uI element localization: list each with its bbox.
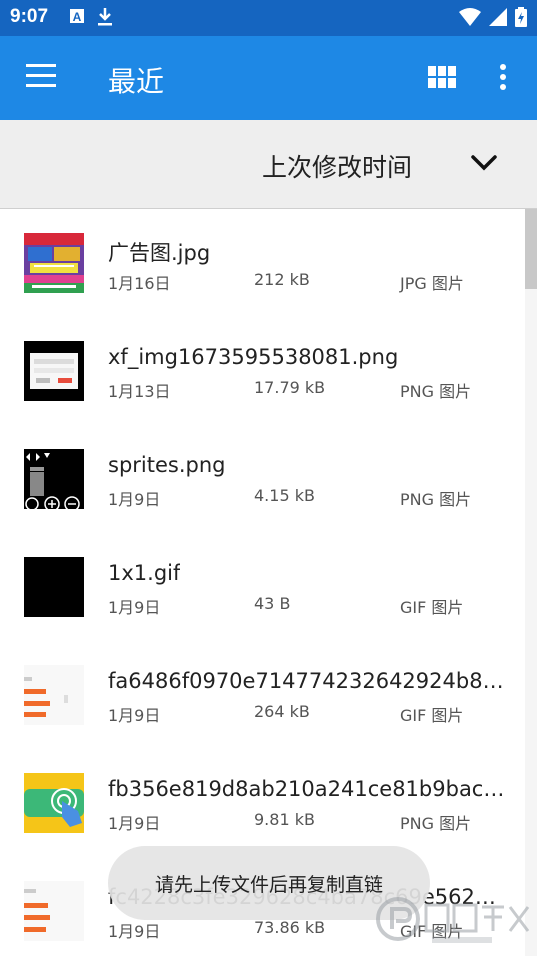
chevron-down-icon[interactable] xyxy=(470,152,498,174)
file-size: 212 kB xyxy=(254,270,310,289)
file-date: 1月9日 xyxy=(108,490,161,509)
file-name: sprites.png xyxy=(108,453,226,477)
file-type: GIF 图片 xyxy=(400,598,464,617)
signal-icon xyxy=(489,8,507,26)
status-notification-icons: A xyxy=(70,8,112,26)
app-bar: 最近 xyxy=(0,36,537,120)
file-size: 17.79 kB xyxy=(254,378,326,397)
file-date: 1月9日 xyxy=(108,814,161,833)
file-name: fa6486f0970e714774232642924b84… xyxy=(108,669,508,693)
file-name: fb356e819d8ab210a241ce81b9bac3… xyxy=(108,777,508,801)
list-item[interactable]: sprites.png 1月9日 4.15 kB PNG 图片 xyxy=(0,425,525,533)
more-options-icon[interactable] xyxy=(497,64,509,94)
file-size: 9.81 kB xyxy=(254,810,315,829)
svg-text:A: A xyxy=(73,10,82,24)
file-size: 73.86 kB xyxy=(254,918,326,937)
file-date: 1月16日 xyxy=(108,274,171,293)
file-name: xf_img1673595538081.png xyxy=(108,345,399,369)
thumbnail-green-tap xyxy=(24,773,84,833)
status-bar: 9:07 A xyxy=(0,0,537,36)
scrollbar-thumb[interactable] xyxy=(525,209,537,289)
file-date: 1月9日 xyxy=(108,706,161,725)
thumbnail-orange-ui xyxy=(24,881,84,941)
status-time: 9:07 xyxy=(10,6,49,27)
file-name: 广告图.jpg xyxy=(108,241,211,265)
file-type: PNG 图片 xyxy=(400,490,472,509)
download-icon xyxy=(98,8,112,26)
file-size: 264 kB xyxy=(254,702,310,721)
sort-bar[interactable]: 上次修改时间 xyxy=(0,120,537,209)
file-date: 1月13日 xyxy=(108,382,171,401)
thumbnail-ad-image xyxy=(24,233,84,293)
thumbnail-black xyxy=(24,557,84,617)
thumbnail-orange-ui xyxy=(24,665,84,725)
status-system-icons xyxy=(459,7,527,27)
font-notification-icon: A xyxy=(70,9,84,24)
file-date: 1月9日 xyxy=(108,922,161,941)
file-type: PNG 图片 xyxy=(400,814,472,833)
scrollbar[interactable] xyxy=(525,209,537,956)
file-size: 4.15 kB xyxy=(254,486,315,505)
file-name: 1x1.gif xyxy=(108,561,181,585)
wifi-icon xyxy=(459,8,481,26)
list-item[interactable]: fa6486f0970e714774232642924b84… 1月9日 264… xyxy=(0,641,525,749)
file-date: 1月9日 xyxy=(108,598,161,617)
file-list: 广告图.jpg 1月16日 212 kB JPG 图片 xf_img167359… xyxy=(0,209,525,956)
list-item[interactable]: 1x1.gif 1月9日 43 B GIF 图片 xyxy=(0,533,525,641)
battery-icon xyxy=(515,7,527,27)
file-size: 43 B xyxy=(254,594,291,613)
watermark-logo xyxy=(376,897,530,943)
file-type: GIF 图片 xyxy=(400,706,464,725)
thumbnail-dialog xyxy=(24,341,84,401)
file-type: JPG 图片 xyxy=(400,274,464,293)
grid-view-icon[interactable] xyxy=(428,66,456,90)
list-item[interactable]: 广告图.jpg 1月16日 212 kB JPG 图片 xyxy=(0,209,525,317)
page-title: 最近 xyxy=(108,65,165,98)
list-item[interactable]: xf_img1673595538081.png 1月13日 17.79 kB P… xyxy=(0,317,525,425)
thumbnail-sprites xyxy=(24,449,84,509)
file-type: PNG 图片 xyxy=(400,382,472,401)
sort-label: 上次修改时间 xyxy=(262,153,413,182)
list-item[interactable]: fb356e819d8ab210a241ce81b9bac3… 1月9日 9.8… xyxy=(0,749,525,857)
menu-icon[interactable] xyxy=(26,64,58,92)
